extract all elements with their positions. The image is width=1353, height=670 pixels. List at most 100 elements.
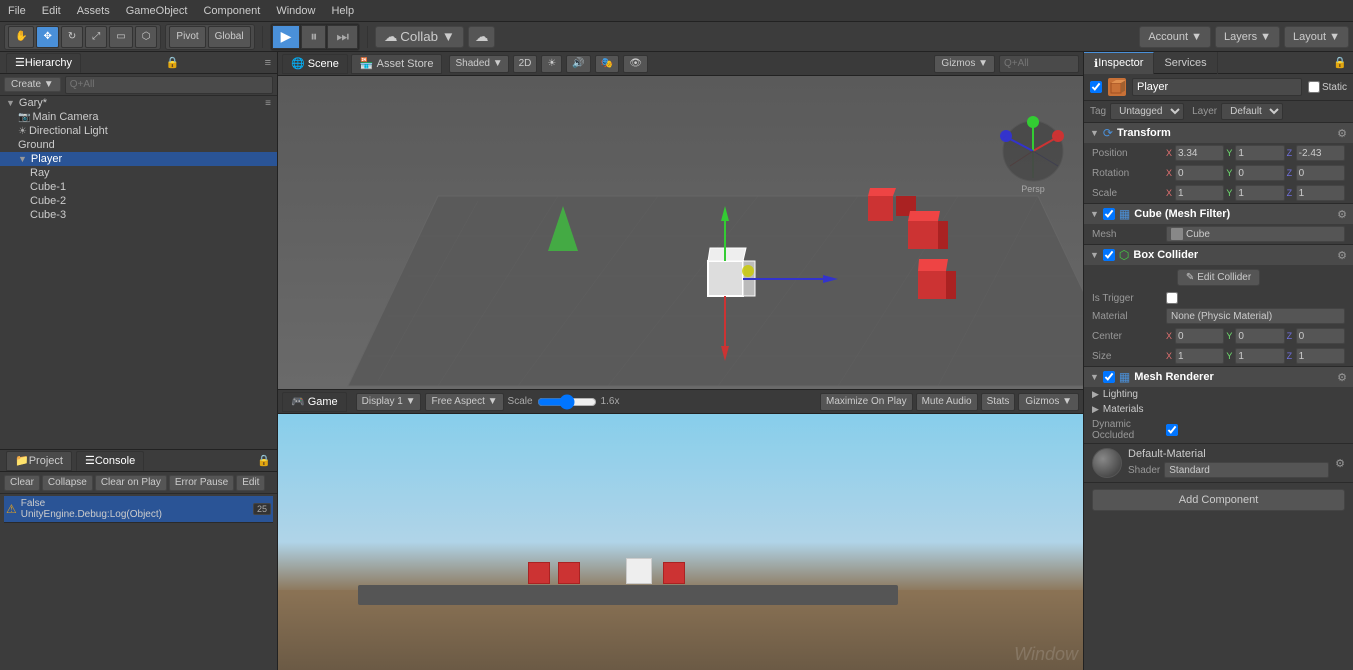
hierarchy-settings-icon[interactable]: ≡ [265,57,271,69]
layers-button[interactable]: Layers ▼ [1215,26,1280,48]
hierarchy-item-maincamera[interactable]: 📷 Main Camera [0,110,277,124]
transform-settings[interactable]: ⚙ [1337,127,1347,140]
play-button[interactable]: ▶ [272,25,301,49]
create-button[interactable]: Create ▼ [4,77,61,92]
rect-tool[interactable]: ▭ [109,26,132,48]
pos-x-input[interactable]: 3.34 [1175,145,1224,161]
shaded-dropdown[interactable]: Shaded ▼ [449,55,508,73]
project-tab[interactable]: 📁 Project [6,451,72,471]
object-enabled-checkbox[interactable] [1090,81,1102,93]
hierarchy-item-cube2[interactable]: Cube-2 [0,194,277,208]
console-item[interactable]: ⚠ False UnityEngine.Debug:Log(Object) 25 [4,496,273,523]
pos-y-input[interactable]: 1 [1235,145,1284,161]
display-dropdown[interactable]: Display 1 ▼ [356,393,422,411]
hidden-button[interactable]: 👁 [623,55,648,73]
hierarchy-item-gary[interactable]: ▼ Gary* ≡ [0,96,277,110]
game-tab[interactable]: 🎮 Game [282,392,347,412]
rotate-tool[interactable]: ↻ [61,26,83,48]
scene-search[interactable] [999,55,1079,73]
inspector-lock-icon[interactable]: 🔒 [1327,56,1353,69]
clear-button[interactable]: Clear [4,475,40,491]
static-checkbox[interactable] [1308,81,1320,93]
materials-row[interactable]: ▶ Materials [1084,402,1353,417]
menu-component[interactable]: Component [195,5,268,17]
pause-button[interactable]: ⏸ [301,25,326,49]
material-settings[interactable]: ⚙ [1335,457,1345,470]
mesh-renderer-enabled[interactable] [1103,371,1115,383]
layout-button[interactable]: Layout ▼ [1284,26,1349,48]
scene-viewport[interactable]: X Y Z [278,76,1083,389]
mesh-filter-settings[interactable]: ⚙ [1337,208,1347,221]
move-tool[interactable]: ✥ [36,26,58,48]
clear-on-play-button[interactable]: Clear on Play [95,475,167,491]
menu-file[interactable]: File [0,5,34,17]
2d-button[interactable]: 2D [513,55,538,73]
edit-button[interactable]: Edit [236,475,265,491]
asset-store-tab[interactable]: 🏪 Asset Store [351,54,443,74]
hierarchy-item-directionallight[interactable]: ☀ Directional Light [0,124,277,138]
account-button[interactable]: Account ▼ [1139,26,1211,48]
hierarchy-item-cube3[interactable]: Cube-3 [0,208,277,222]
cy-input[interactable]: 0 [1235,328,1284,344]
effects-button[interactable]: 🎭 [595,55,619,73]
hierarchy-item-ground[interactable]: Ground [0,138,277,152]
rot-y-input[interactable]: 0 [1235,165,1284,181]
error-pause-button[interactable]: Error Pause [169,475,234,491]
gizmos-button[interactable]: Gizmos ▼ [934,55,995,73]
add-component-button[interactable]: Add Component [1092,489,1345,511]
scale-z-input[interactable]: 1 [1296,185,1345,201]
menu-edit[interactable]: Edit [34,5,69,17]
step-button[interactable]: ⏭ [327,25,358,49]
mesh-filter-header[interactable]: ▼ ▦ Cube (Mesh Filter) ⚙ [1084,204,1353,224]
mesh-renderer-header[interactable]: ▼ ▦ Mesh Renderer ⚙ [1084,367,1353,387]
hierarchy-item-ray[interactable]: Ray [0,166,277,180]
mesh-value[interactable]: Cube [1166,226,1345,242]
rot-x-input[interactable]: 0 [1175,165,1224,181]
hierarchy-item-player[interactable]: ▼ Player [0,152,277,166]
menu-window[interactable]: Window [268,5,323,17]
shader-value[interactable]: Standard [1164,462,1329,478]
mesh-renderer-settings[interactable]: ⚙ [1337,371,1347,384]
scale-slider[interactable] [537,394,597,410]
stats-button[interactable]: Stats [981,393,1016,411]
sz-input[interactable]: 1 [1296,348,1345,364]
scale-y-input[interactable]: 1 [1235,185,1284,201]
global-button[interactable]: Global [208,26,251,48]
hierarchy-item-cube1[interactable]: Cube-1 [0,180,277,194]
hierarchy-search[interactable] [65,76,273,94]
menu-gameobject[interactable]: GameObject [118,5,196,17]
tag-dropdown[interactable]: Untagged [1110,103,1184,120]
scene-tab[interactable]: 🌐 Scene [282,54,348,74]
pos-z-input[interactable]: -2.43 [1296,145,1345,161]
cx-input[interactable]: 0 [1175,328,1224,344]
hierarchy-tab[interactable]: ☰ Hierarchy [6,53,81,73]
transform-header[interactable]: ▼ ⟳ Transform ⚙ [1084,123,1353,143]
sx-input[interactable]: 1 [1175,348,1224,364]
aspect-dropdown[interactable]: Free Aspect ▼ [425,393,503,411]
box-collider-settings[interactable]: ⚙ [1337,249,1347,262]
mute-button[interactable]: Mute Audio [916,393,978,411]
cz-input[interactable]: 0 [1296,328,1345,344]
menu-assets[interactable]: Assets [69,5,118,17]
rot-z-input[interactable]: 0 [1296,165,1345,181]
multi-tool[interactable]: ⬡ [135,26,158,48]
audio-button[interactable]: 🔊 [566,55,590,73]
services-tab[interactable]: Services [1154,52,1217,74]
mesh-filter-enabled[interactable] [1103,208,1115,220]
cloud-button[interactable]: ☁ [468,26,495,48]
pivot-button[interactable]: Pivot [169,26,205,48]
menu-help[interactable]: Help [323,5,362,17]
lighting-row[interactable]: ▶ Lighting [1084,387,1353,402]
layer-dropdown[interactable]: Default [1221,103,1283,120]
box-collider-header[interactable]: ▼ ⬡ Box Collider ⚙ [1084,245,1353,265]
collapse-button[interactable]: Collapse [42,475,93,491]
dynamic-occluded-checkbox[interactable] [1166,424,1178,436]
box-collider-enabled[interactable] [1103,249,1115,261]
hierarchy-lock-icon[interactable]: 🔒 [166,56,180,69]
lighting-button[interactable]: ☀ [541,55,562,73]
is-trigger-checkbox[interactable] [1166,292,1178,304]
sy-input[interactable]: 1 [1235,348,1284,364]
console-lock-icon[interactable]: 🔒 [257,454,271,467]
inspector-tab[interactable]: ℹ Inspector [1084,52,1154,74]
hand-tool[interactable]: ✋ [8,26,34,48]
